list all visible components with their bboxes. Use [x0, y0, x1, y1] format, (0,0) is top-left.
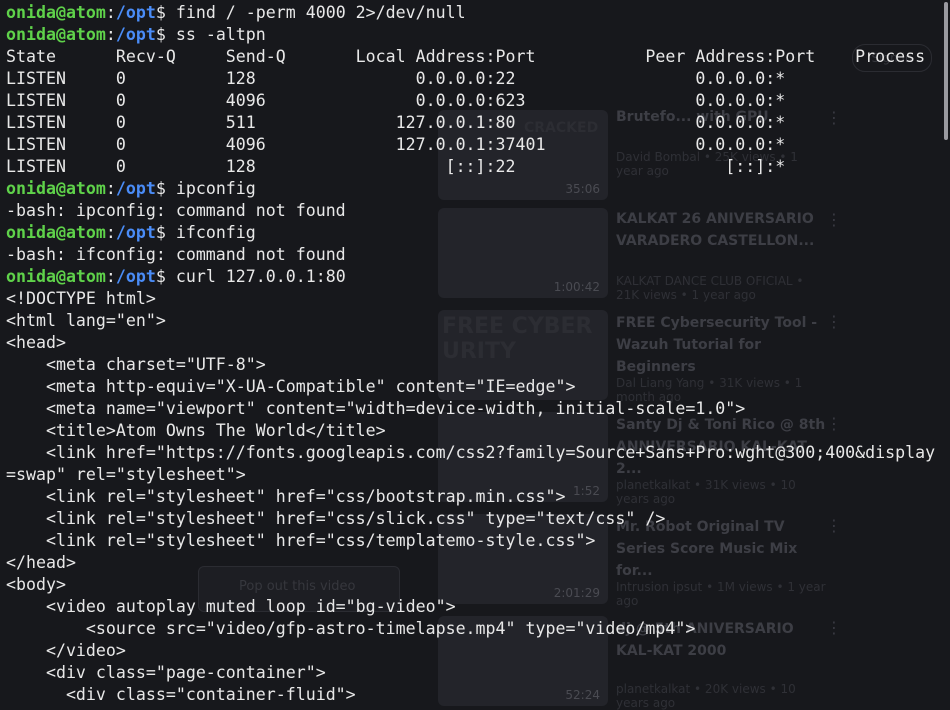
- prompt-line: onida@atom:/opt$ ifconfig: [6, 223, 256, 242]
- output-line: <!DOCTYPE html>: [6, 289, 156, 308]
- output-line: <link rel="stylesheet" href="css/templat…: [6, 531, 596, 550]
- output-line: </head>: [6, 553, 76, 572]
- prompt-line: onida@atom:/opt$ curl 127.0.0.1:80: [6, 267, 346, 286]
- error-line: -bash: ipconfig: command not found: [6, 201, 346, 220]
- command-text: curl 127.0.0.1:80: [175, 267, 346, 286]
- output-line: <title>Atom Owns The World</title>: [6, 421, 386, 440]
- error-line: -bash: ifconfig: command not found: [6, 245, 346, 264]
- output-line: <meta charset="UTF-8">: [6, 355, 266, 374]
- terminal-scrollbar[interactable]: [944, 2, 948, 140]
- output-line: <link rel="stylesheet" href="css/slick.c…: [6, 509, 666, 528]
- output-line: <meta http-equiv="X-UA-Compatible" conte…: [6, 377, 576, 396]
- prompt-line: onida@atom:/opt$ find / -perm 4000 2>/de…: [6, 3, 466, 22]
- output-line: <source src="video/gfp-astro-timelapse.m…: [6, 619, 696, 638]
- ss-header-line: State Recv-Q Send-Q Local Address:Port P…: [6, 47, 926, 66]
- command-text: ss -altpn: [175, 25, 266, 44]
- ss-output-line: LISTEN 0 128 [::]:22 [::]:*: [6, 157, 786, 176]
- ss-output-line: LISTEN 0 511 127.0.0.1:80 0.0.0.0:*: [6, 113, 786, 132]
- output-line: <body>: [6, 575, 66, 594]
- output-line: <link rel="stylesheet" href="css/bootstr…: [6, 487, 566, 506]
- output-line: <link href="https://fonts.googleapis.com…: [6, 443, 936, 462]
- command-text: find / -perm 4000 2>/dev/null: [175, 3, 466, 22]
- prompt-line: onida@atom:/opt$ ss -altpn: [6, 25, 266, 44]
- ss-output-line: LISTEN 0 128 0.0.0.0:22 0.0.0.0:*: [6, 69, 786, 88]
- output-line: <head>: [6, 333, 66, 352]
- output-line: =swap" rel="stylesheet">: [6, 465, 246, 484]
- output-line: <div class="container-fluid">: [6, 685, 356, 704]
- output-line: </video>: [6, 641, 126, 660]
- output-line: <video autoplay muted loop id="bg-video"…: [6, 597, 456, 616]
- ss-output-line: LISTEN 0 4096 127.0.0.1:37401 0.0.0.0:*: [6, 135, 786, 154]
- output-line: <html lang="en">: [6, 311, 166, 330]
- command-text: ifconfig: [175, 223, 256, 242]
- prompt-line: onida@atom:/opt$ ipconfig: [6, 179, 256, 198]
- command-text: ipconfig: [175, 179, 256, 198]
- terminal-output[interactable]: onida@atom:/opt$ find / -perm 4000 2>/de…: [6, 2, 946, 706]
- output-line: <meta name="viewport" content="width=dev…: [6, 399, 746, 418]
- ss-output-line: LISTEN 0 4096 0.0.0.0:623 0.0.0.0:*: [6, 91, 786, 110]
- output-line: <div class="page-container">: [6, 663, 326, 682]
